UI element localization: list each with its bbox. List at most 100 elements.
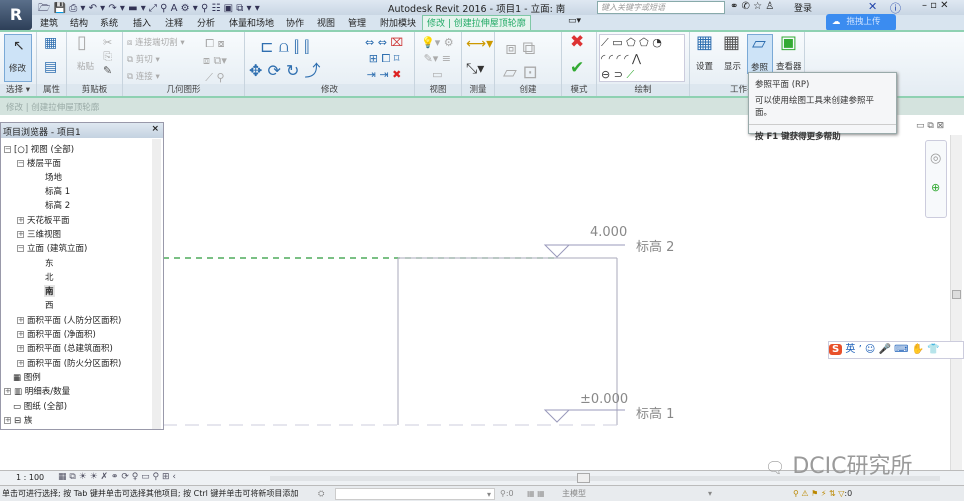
geometry-tools-icons[interactable]: ⧠ ⧇ ⧈ ⧉▾ ⟋ ⚲ bbox=[203, 35, 227, 86]
application-menu-button[interactable]: R bbox=[0, 0, 32, 30]
tab-collaborate[interactable]: 协作 bbox=[286, 16, 304, 29]
tree-3d-views[interactable]: + 三维视图 bbox=[17, 228, 61, 240]
tree-views-all[interactable]: − [○] 视图 (全部) bbox=[4, 143, 74, 155]
reference-plane-button[interactable]: ▱ 参照 bbox=[747, 34, 773, 74]
modify-button[interactable]: ↖ 修改 bbox=[4, 34, 32, 82]
cut-icon[interactable]: ✂ ⎘ ✎ bbox=[103, 36, 112, 78]
panel-clipboard-label: 剪贴板 bbox=[67, 84, 122, 96]
tree-south-selected[interactable]: 南 bbox=[44, 285, 55, 297]
panel-measure: ⟷▾ ⤡▾ 测量 bbox=[462, 32, 495, 96]
tree-level-1[interactable]: 标高 1 bbox=[45, 185, 70, 197]
title-bar: 🗁 💾 ⎙ ▾ ↶ ▾ ↷ ▾ ▬ ▾ ⤢ ⚲ A ⚙ ▾ ⚲ ☷ ▣ ⧉ ▾ … bbox=[0, 0, 964, 15]
steering-wheel-icon[interactable]: ◎ bbox=[930, 151, 941, 166]
tree-elevations[interactable]: − 立面 (建筑立面) bbox=[17, 242, 87, 254]
viewer-button[interactable]: 查看器 bbox=[776, 60, 802, 72]
join-cut-button[interactable]: ⧈ 连接端切割 ▾ bbox=[127, 36, 185, 48]
tab-manage[interactable]: 管理 bbox=[348, 16, 366, 29]
cursor-icon: ↖ bbox=[13, 38, 25, 54]
tree-schedules[interactable]: + ▥ 明细表/数量 bbox=[4, 385, 70, 397]
type-properties-icon[interactable]: ▦ bbox=[44, 36, 57, 50]
cancel-edit-icon[interactable]: ✖ bbox=[570, 34, 584, 51]
set-workplane-button[interactable]: 设置 bbox=[696, 60, 713, 72]
tree-west[interactable]: 西 bbox=[45, 299, 54, 311]
tab-massing-site[interactable]: 体量和场地 bbox=[229, 16, 274, 29]
paste-button[interactable]: 粘贴 bbox=[77, 60, 94, 72]
tab-architecture[interactable]: 建筑 bbox=[40, 16, 58, 29]
tree-ceiling-plans[interactable]: + 天花板平面 bbox=[17, 214, 70, 226]
binoculars-icon[interactable]: ⚭ ✆ ☆ ♙ bbox=[730, 1, 774, 12]
tree-area-civil-defense[interactable]: + 面积平面 (人防分区面积) bbox=[17, 314, 121, 326]
viewer-icon: ▣ bbox=[780, 32, 798, 53]
selection-toggle-icons[interactable]: ⚲ ⚠ ⚑ ⚡ ⇅ ▽:0 bbox=[793, 486, 852, 501]
ime-toolbar[interactable]: S 英 ’ ☺ 🎤 ⌨ ✋ 👕 bbox=[828, 341, 964, 359]
search-input[interactable]: 键入关键字或短语 bbox=[597, 1, 725, 14]
measure-icon[interactable]: ⟷▾ bbox=[466, 37, 493, 51]
create-tools-icons[interactable]: ⧈ ⧉ ▱ ⊡ bbox=[503, 37, 538, 85]
vertical-scrollbar[interactable] bbox=[950, 135, 962, 470]
tree-site[interactable]: 场地 bbox=[45, 171, 62, 183]
panel-view: 💡▾ ⚙ ✎▾ ≡ ▭ 视图 bbox=[415, 32, 462, 96]
browser-scrollbar[interactable] bbox=[152, 139, 161, 429]
show-workplane-icon: ▦ bbox=[723, 32, 741, 53]
ribbon-minimize-toggle[interactable]: ▭▾ bbox=[568, 16, 581, 26]
tooltip: 参照平面 (RP) 可以使用绘图工具来创建参照平面。 按 F1 键获得更多帮助 bbox=[748, 72, 897, 142]
browser-header: 项目浏览器 - 项目1 × bbox=[1, 123, 163, 138]
draw-tools-icons[interactable]: ⟋ ▭ ⬠ ⬠ ◔ ◜ ◜ ◜ ◜ ⋀ ⊖ ⊃ ⟋ bbox=[601, 35, 662, 83]
paste-icon: ▯ bbox=[77, 32, 87, 53]
tab-insert[interactable]: 插入 bbox=[133, 16, 151, 29]
properties-icon[interactable]: ▤ bbox=[44, 60, 57, 74]
ime-language[interactable]: 英 bbox=[845, 344, 855, 355]
tree-east[interactable]: 东 bbox=[45, 257, 54, 269]
view-tools-icons[interactable]: 💡▾ ⚙ ✎▾ ≡ ▭ bbox=[421, 35, 454, 83]
tooltip-description: 可以使用绘图工具来创建参照平面。 bbox=[749, 92, 896, 125]
panel-draw-label: 绘制 bbox=[597, 84, 689, 96]
tree-north[interactable]: 北 bbox=[45, 271, 54, 283]
tree-floor-plans[interactable]: − 楼层平面 bbox=[17, 157, 61, 169]
zoom-icon[interactable]: ⊕ bbox=[931, 181, 940, 194]
upload-button[interactable]: ☁ 拖拽上传 bbox=[826, 14, 896, 31]
exchange-icon[interactable]: ✕ bbox=[868, 0, 877, 13]
tab-analyze[interactable]: 分析 bbox=[197, 16, 215, 29]
browser-title: 项目浏览器 - 项目1 bbox=[3, 128, 81, 138]
dimension-icon[interactable]: ⤡▾ bbox=[466, 62, 484, 76]
workset-dropdown[interactable]: ▾ bbox=[335, 488, 495, 500]
tree-legends[interactable]: ▦ 图例 bbox=[13, 371, 41, 383]
window-controls[interactable]: – ▫ ✕ bbox=[922, 0, 949, 11]
join-geometry-button[interactable]: ⧉ 连接 ▾ bbox=[127, 70, 160, 82]
tab-structure[interactable]: 结构 bbox=[70, 16, 88, 29]
tree-area-gross[interactable]: + 面积平面 (总建筑面积) bbox=[17, 342, 113, 354]
tree-sheets[interactable]: ▭ 图纸 (全部) bbox=[13, 400, 67, 412]
view-scale[interactable]: 1 : 100 bbox=[16, 473, 44, 482]
cut-geometry-button[interactable]: ⧉ 剪切 ▾ bbox=[127, 53, 160, 65]
design-option-label[interactable]: 主模型 bbox=[562, 486, 586, 501]
tree-area-fire[interactable]: + 面积平面 (防火分区面积) bbox=[17, 357, 121, 369]
level-1-name[interactable]: 标高 1 bbox=[636, 403, 674, 422]
scroll-thumb[interactable] bbox=[952, 290, 961, 299]
tree-level-2[interactable]: 标高 2 bbox=[45, 199, 70, 211]
design-option-dropdown-arrow[interactable]: ▾ bbox=[708, 486, 712, 501]
tree-families[interactable]: + ⊟ 族 bbox=[4, 414, 32, 426]
sogou-logo-icon: S bbox=[829, 344, 843, 355]
view-window-controls[interactable]: ▭ ⧉ ⊠ bbox=[916, 121, 944, 131]
tab-annotate[interactable]: 注释 bbox=[165, 16, 183, 29]
horizontal-scroll-thumb[interactable] bbox=[577, 473, 590, 483]
view-control-icons[interactable]: ▦ ⧉ ☀ ☀ ✗ ⚭ ⟳ ♀ ▭ ⚲ ⊞ ‹ bbox=[58, 472, 176, 482]
tab-systems[interactable]: 系统 bbox=[100, 16, 118, 29]
tab-modify-create-roof[interactable]: 修改 | 创建拉伸屋顶轮廓 bbox=[422, 15, 531, 30]
login-link[interactable]: 登录 bbox=[794, 1, 812, 14]
modify-small-icons[interactable]: ⇔ ⇔ ⌧ ⊞ ⧠ ⌑ ⇥ ⇥ ✖ bbox=[365, 35, 403, 83]
tab-addins[interactable]: 附加模块 bbox=[380, 16, 416, 29]
level-1-elevation[interactable]: ±0.000 bbox=[580, 392, 628, 407]
finish-edit-icon[interactable]: ✔ bbox=[570, 60, 584, 77]
close-icon[interactable]: × bbox=[151, 124, 159, 134]
level-2-elevation[interactable]: 4.000 bbox=[590, 225, 627, 240]
panel-geometry-label: 几何图形 bbox=[123, 84, 244, 96]
modify-tools-icons[interactable]: ⊏ ⩍ ⫿ ⫿ ✥ ⟳ ↻ ⤴ bbox=[249, 35, 320, 83]
level-2-name[interactable]: 标高 2 bbox=[636, 236, 674, 255]
panel-select-label[interactable]: 选择 ▾ bbox=[0, 84, 36, 96]
tab-view[interactable]: 视图 bbox=[317, 16, 335, 29]
tree-area-net[interactable]: + 面积平面 (净面积) bbox=[17, 328, 96, 340]
cloud-icon: ☁ bbox=[832, 17, 841, 27]
show-workplane-button[interactable]: 显示 bbox=[724, 60, 741, 72]
ribbon-tabs: 建筑 结构 系统 插入 注释 分析 体量和场地 协作 视图 管理 附加模块 修改… bbox=[32, 15, 964, 30]
